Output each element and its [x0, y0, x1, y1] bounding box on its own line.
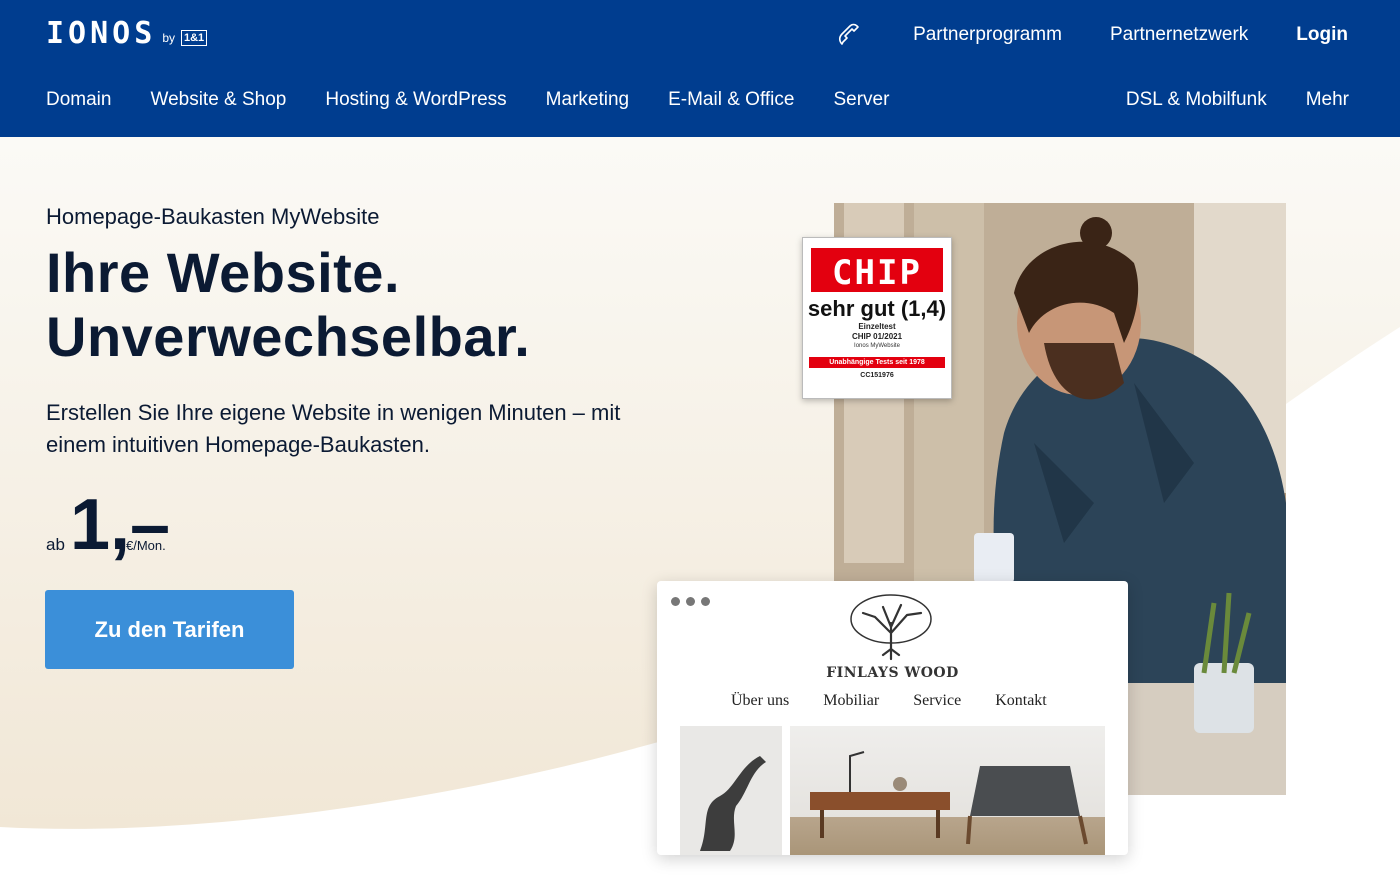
main-nav: Domain Website & Shop Hosting & WordPres…	[46, 87, 889, 113]
preview-nav: Über uns Mobiliar Service Kontakt	[731, 692, 1047, 710]
ionos-logo[interactable]: IONOS by 1&1	[46, 16, 208, 52]
phone-icon[interactable]	[836, 22, 862, 48]
window-dot	[671, 597, 680, 606]
hero-section: Homepage-Baukasten MyWebsite Ihre Websit…	[0, 137, 1400, 883]
preview-nav-service: Service	[913, 692, 962, 709]
preview-nav-ueber-uns: Über uns	[731, 692, 790, 709]
chip-test-badge: CHIP sehr gut (1,4) Einzeltest CHIP 01/2…	[802, 237, 952, 399]
nav-server[interactable]: Server	[833, 87, 889, 113]
login-link[interactable]: Login	[1296, 22, 1348, 48]
window-dots	[671, 597, 710, 606]
top-link-partnerprogramm[interactable]: Partnerprogramm	[913, 22, 1062, 48]
top-nav: Partnerprogramm Partnernetzwerk Login	[913, 22, 1348, 48]
nav-dsl-mobilfunk[interactable]: DSL & Mobilfunk	[1126, 87, 1267, 113]
logo-wordmark: IONOS	[46, 16, 157, 51]
headline-line-1: Ihre Website.	[46, 241, 401, 304]
chip-bar: Unabhängige Tests seit 1978	[809, 357, 945, 368]
logo-badge: 1&1	[181, 30, 208, 46]
chip-code: CC151976	[860, 372, 894, 379]
nav-domain[interactable]: Domain	[46, 87, 111, 113]
price-prefix: ab	[46, 535, 65, 554]
chip-grade: sehr gut (1,4)	[807, 296, 947, 321]
price-unit: €/Mon.	[126, 538, 166, 553]
chip-line-2: CHIP 01/2021	[851, 332, 903, 341]
chip-line-1: Einzeltest	[858, 322, 896, 331]
preview-image-sculpture	[680, 726, 782, 855]
hero-headline: Ihre Website. Unverwechselbar.	[46, 241, 530, 369]
website-preview-window: FINLAYS WOOD Über uns Mobiliar Service K…	[657, 581, 1128, 855]
right-nav: DSL & Mobilfunk Mehr	[1126, 87, 1349, 113]
hero-eyebrow: Homepage-Baukasten MyWebsite	[46, 204, 380, 229]
preview-image-furniture	[790, 726, 1105, 855]
hero-subtext: Erstellen Sie Ihre eigene Website in wen…	[46, 400, 621, 457]
tarife-button[interactable]: Zu den Tarifen	[45, 590, 294, 669]
preview-brand: FINLAYS WOOD	[826, 665, 959, 681]
site-header: IONOS by 1&1 Partnerprogramm Partnernetz…	[0, 0, 1400, 137]
nav-mehr[interactable]: Mehr	[1306, 87, 1349, 113]
chip-logo: CHIP	[811, 248, 943, 293]
top-link-partnernetzwerk[interactable]: Partnernetzwerk	[1110, 22, 1248, 48]
headline-line-2: Unverwechselbar.	[46, 305, 531, 368]
preview-nav-kontakt: Kontakt	[995, 692, 1047, 709]
window-dot	[701, 597, 710, 606]
preview-nav-mobiliar: Mobiliar	[823, 692, 880, 709]
nav-marketing[interactable]: Marketing	[546, 87, 629, 113]
window-dot	[686, 597, 695, 606]
nav-hosting-wordpress[interactable]: Hosting & WordPress	[325, 87, 506, 113]
tree-logo-icon	[850, 594, 932, 661]
nav-website-shop[interactable]: Website & Shop	[150, 87, 286, 113]
chip-line-3: Ionos MyWebsite	[854, 343, 900, 349]
logo-by: by	[162, 31, 175, 45]
nav-email-office[interactable]: E-Mail & Office	[668, 87, 794, 113]
